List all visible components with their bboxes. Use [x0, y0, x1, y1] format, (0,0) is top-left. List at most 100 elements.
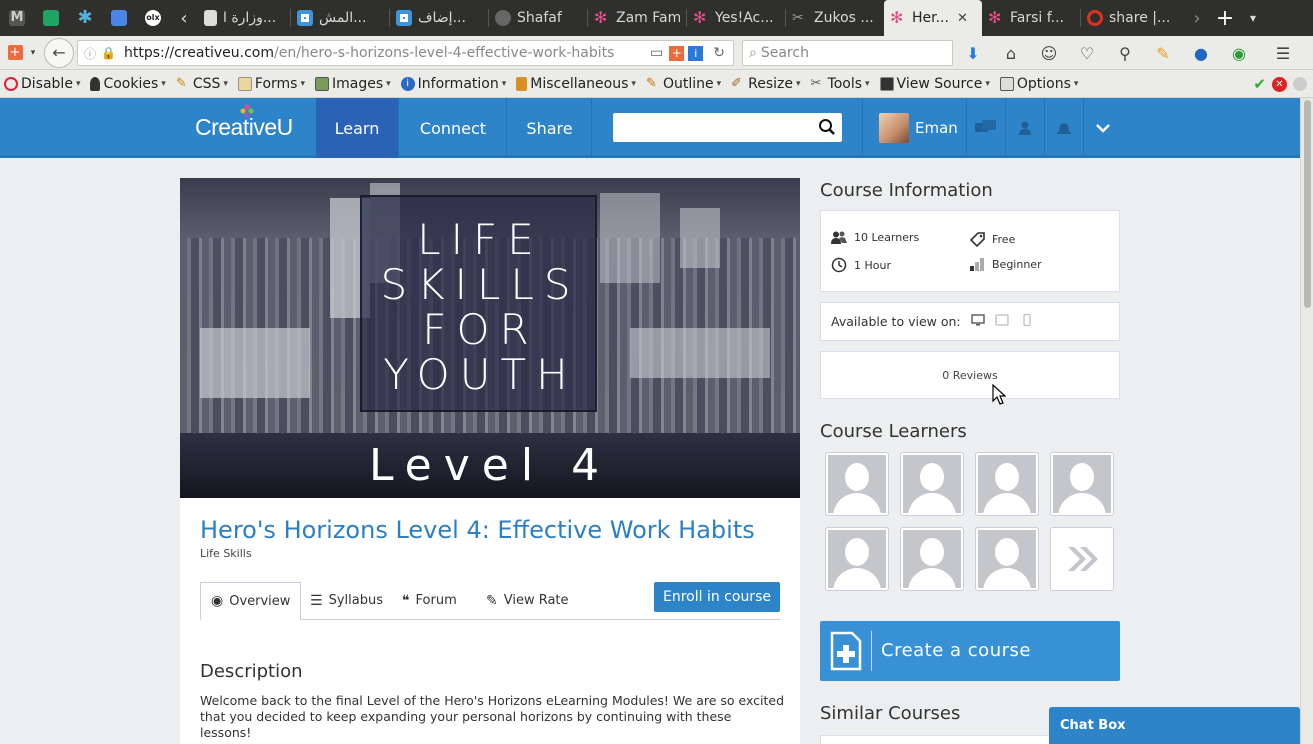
menu-icon[interactable]: ☰: [1270, 40, 1296, 66]
logo-star-icon: [240, 104, 254, 118]
dev-menu-view-source[interactable]: View Source ▾: [879, 76, 990, 92]
hero-title-box: LIFE SKILLS FOR YOUTH: [360, 195, 597, 412]
tab-item[interactable]: share |...: [1081, 0, 1183, 36]
dev-menu-disable[interactable]: Disable ▾: [4, 76, 80, 92]
tab-item[interactable]: ✻ Farsi f...: [982, 0, 1080, 36]
addon-plus-icon[interactable]: +: [669, 45, 685, 61]
extension-icon[interactable]: ✎: [1150, 40, 1176, 66]
dev-menu-information[interactable]: i Information ▾: [400, 76, 506, 92]
enroll-button[interactable]: Enroll in course: [654, 582, 780, 612]
tab-forum[interactable]: ❝ Forum: [402, 582, 457, 619]
tab-label: Farsi f...: [1010, 10, 1064, 26]
arrow-left-icon: ←: [52, 43, 66, 62]
tab-active[interactable]: ✻ Her... ✕: [884, 0, 982, 36]
dev-menu-outline[interactable]: ✎ Outline ▾: [646, 76, 721, 92]
default-user-icon: [903, 530, 961, 588]
dev-menu-miscellaneous[interactable]: Miscellaneous ▾: [516, 76, 636, 92]
dev-menu-cookies[interactable]: Cookies ▾: [90, 76, 166, 92]
create-course-button[interactable]: Create a course: [820, 621, 1120, 681]
reviews-box[interactable]: 0 Reviews: [820, 351, 1120, 399]
tab-item[interactable]: المش...: [291, 0, 389, 36]
download-icon[interactable]: ⬇: [960, 40, 986, 66]
back-button[interactable]: ←: [44, 37, 74, 68]
site-logo[interactable]: CreativeU: [195, 114, 293, 141]
site-search-input[interactable]: [613, 113, 842, 142]
emoji-icon[interactable]: ☺: [1036, 40, 1062, 66]
similar-course-card[interactable]: [820, 735, 1050, 744]
learner-avatar[interactable]: [900, 527, 964, 591]
learner-avatar[interactable]: [975, 452, 1039, 516]
more-learners-button[interactable]: [1050, 527, 1114, 591]
tab-item[interactable]: ✂ Zukos ...: [786, 0, 884, 36]
course-category[interactable]: Life Skills: [200, 547, 252, 560]
page-scrollbar[interactable]: [1300, 98, 1313, 744]
scroll-tabs-right-icon[interactable]: ›: [1183, 8, 1211, 29]
notifications-icon[interactable]: [1044, 98, 1083, 158]
tab-item[interactable]: إضاف...: [390, 0, 488, 36]
tab-item[interactable]: ✻ Yes!Ac...: [687, 0, 785, 36]
tab-label: share |...: [1109, 10, 1171, 26]
dev-menu-images[interactable]: Images ▾: [315, 76, 391, 92]
addon-icon[interactable]: +: [2, 40, 28, 66]
learners-count-text: 10 Learners: [854, 231, 920, 244]
dropdown-arrow-icon[interactable]: ▾: [28, 40, 38, 66]
description-heading: Description: [200, 661, 303, 682]
dev-menu-options[interactable]: Options ▾: [999, 76, 1078, 92]
tab-docs[interactable]: [102, 0, 136, 36]
search-icon[interactable]: [818, 118, 836, 136]
messages-icon[interactable]: [966, 98, 1005, 158]
pocket-icon[interactable]: ♡: [1074, 40, 1100, 66]
scrollbar-thumb[interactable]: [1304, 100, 1311, 308]
dev-menu-label: Miscellaneous: [530, 76, 629, 92]
tab-syllabus[interactable]: ☰ Syllabus: [310, 582, 383, 619]
tab-list-icon[interactable]: ▾: [1239, 11, 1267, 25]
nav-share[interactable]: Share: [508, 98, 592, 158]
nav-learn[interactable]: Learn: [316, 98, 399, 158]
learner-avatar[interactable]: [1050, 452, 1114, 516]
tools-icon: ✂: [792, 10, 804, 26]
tab-olx[interactable]: olx: [136, 0, 170, 36]
pin-icon[interactable]: ⚲: [1112, 40, 1138, 66]
reload-icon[interactable]: ↻: [713, 45, 725, 61]
tab-item[interactable]: وزارة ا...: [198, 0, 290, 36]
tab-gmail[interactable]: M: [0, 0, 34, 36]
dev-menu-resize[interactable]: ✐ Resize ▾: [731, 76, 800, 92]
check-icon[interactable]: ✔: [1253, 75, 1266, 93]
hero-building: [680, 208, 720, 268]
dev-menu-forms[interactable]: Forms ▾: [237, 76, 305, 92]
close-tab-icon[interactable]: ✕: [957, 11, 968, 26]
learner-avatar[interactable]: [900, 452, 964, 516]
status-circle-icon[interactable]: [1293, 77, 1307, 91]
dev-menu-tools[interactable]: ✂ Tools ▾: [811, 76, 870, 92]
tab-label: Forum: [415, 593, 457, 608]
chat-box[interactable]: Chat Box: [1049, 707, 1300, 744]
friends-icon[interactable]: [1005, 98, 1044, 158]
addon-info-icon[interactable]: i: [688, 45, 704, 61]
tab-item[interactable]: ✻ Zam Fam: [588, 0, 686, 36]
tab-view-rate[interactable]: ✎ View Rate: [486, 582, 569, 619]
nav-connect[interactable]: Connect: [400, 98, 507, 158]
scroll-tabs-left-icon[interactable]: ‹: [170, 8, 198, 29]
url-bar[interactable]: ⓘ 🔒 https://creativeu.com/en/hero-s-hori…: [77, 40, 734, 66]
chevron-down-icon[interactable]: [1083, 98, 1122, 158]
tab-item[interactable]: Shafaf: [489, 0, 587, 36]
user-menu[interactable]: Eman: [862, 98, 958, 158]
tab-asterisk[interactable]: ✱: [68, 0, 102, 36]
new-tab-icon[interactable]: +: [1211, 6, 1239, 31]
reader-mode-icon[interactable]: ▭: [650, 45, 663, 61]
tab-sheets[interactable]: [34, 0, 68, 36]
home-icon[interactable]: ⌂: [998, 40, 1024, 66]
color-wheel-icon[interactable]: ◉: [1226, 40, 1252, 66]
info-icon[interactable]: ⓘ: [84, 45, 96, 62]
learner-avatar[interactable]: [975, 527, 1039, 591]
learner-avatar[interactable]: [825, 452, 889, 516]
browser-search-input[interactable]: ⌕ Search: [742, 40, 953, 66]
learner-avatar[interactable]: [825, 527, 889, 591]
error-icon[interactable]: ✕: [1272, 76, 1287, 92]
tab-overview[interactable]: ◉ Overview: [200, 582, 302, 620]
globe-icon[interactable]: ●: [1188, 40, 1214, 66]
course-level: Beginner: [969, 257, 1042, 271]
course-information-heading: Course Information: [820, 180, 993, 201]
dev-menu-label: Resize: [748, 76, 793, 92]
dev-menu-css[interactable]: ✎ CSS ▾: [176, 76, 228, 92]
